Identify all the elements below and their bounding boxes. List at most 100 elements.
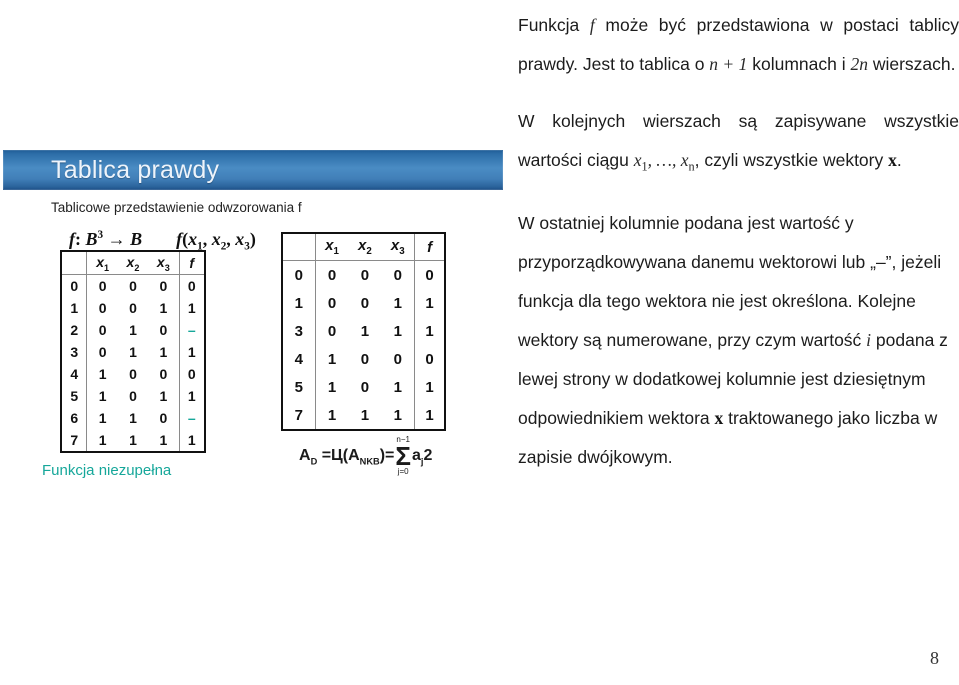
cell-x3: 1: [381, 373, 416, 401]
paragraph-last-column-meaning: W ostatniej kolumnie podana jest wartość…: [518, 204, 959, 477]
cell-x1: 1: [98, 388, 107, 404]
cell-x1: 0: [98, 300, 107, 316]
page-number: 8: [930, 648, 939, 668]
cell-x2: 1: [129, 410, 137, 426]
table-header-row: x1 x2 x3 f: [61, 251, 205, 275]
cell-x2: 0: [360, 378, 370, 396]
row-index: 6: [61, 407, 88, 429]
cell-f: –: [187, 410, 196, 426]
cell-f: 1: [187, 432, 196, 448]
cell-x3: 1: [148, 297, 180, 319]
cell-x2: 0: [360, 266, 370, 284]
row-index: 1: [61, 297, 88, 319]
text-fragment: Funkcja: [518, 15, 590, 35]
cell-x1: 0: [98, 322, 107, 338]
cell-f: 0: [187, 278, 196, 294]
table-row: 30111: [61, 341, 205, 363]
row-index: 7: [61, 429, 88, 452]
slide-title-banner: Tablica prawdy: [3, 150, 503, 190]
row-index: 3: [61, 341, 88, 363]
cell-x3: 1: [381, 401, 416, 430]
cell-x2: 0: [129, 300, 137, 316]
table-row: 71111: [282, 401, 445, 430]
cell-x2: 1: [360, 322, 370, 340]
cell-x1: 0: [98, 278, 107, 294]
text-fragment: , czyli wszystkie wektory: [694, 149, 889, 170]
cell-x3: 0: [148, 363, 180, 385]
cell-x1: 1: [327, 406, 337, 424]
cell-x1: 1: [327, 350, 337, 368]
text-fragment: .: [896, 149, 902, 170]
row-index: 4: [61, 363, 88, 385]
table-header-row: x1 x2 x3 f: [282, 233, 445, 261]
paragraph-row-contents: W kolejnych wierszach są zapisywane wszy…: [518, 102, 959, 187]
cell-x2: 0: [129, 278, 137, 294]
cell-x3: 0: [381, 345, 416, 373]
table-header-f: f: [414, 233, 445, 261]
cell-x1: 0: [98, 344, 107, 360]
table-header-x1: x1: [315, 233, 349, 261]
row-index: 1: [282, 289, 316, 317]
row-index: 2: [61, 319, 88, 341]
text-fragment: wierszach.: [867, 54, 956, 74]
table-header-x1: x1: [86, 251, 118, 275]
cell-x2: 1: [360, 406, 370, 424]
decimal-conversion-formula: AD =Ц(ANKB)= n−1 Σj=0 aj2: [299, 435, 433, 476]
sum-upper-limit: n−1: [396, 435, 410, 444]
cell-x2: 0: [360, 294, 370, 312]
table-row: 71111: [61, 429, 205, 452]
cell-x3: 1: [381, 317, 416, 345]
table-row: 41000: [282, 345, 445, 373]
cell-x2: 0: [129, 388, 137, 404]
cell-x3: 0: [148, 319, 180, 341]
cell-x1: 1: [98, 432, 107, 448]
cell-x1: 1: [327, 378, 337, 396]
cell-x3: 0: [148, 407, 180, 429]
math-vector-x: x: [888, 149, 897, 170]
cell-f: 0: [425, 266, 434, 284]
table-header-blank: [282, 233, 316, 261]
table-header-x3: x3: [381, 233, 416, 261]
table-row: 10011: [282, 289, 445, 317]
left-table-caption: Funkcja niezupełna: [42, 462, 172, 479]
cell-x1: 1: [98, 366, 107, 382]
text-fragment: kolumnach i: [747, 54, 851, 74]
cell-f: 1: [425, 322, 434, 340]
table-row: 6 1 1 0–: [61, 407, 205, 429]
row-index: 3: [282, 317, 316, 345]
cell-x1: 0: [327, 322, 337, 340]
math-2n: 2n: [850, 54, 868, 74]
cell-x3: 1: [148, 385, 180, 407]
table-row: 51011: [282, 373, 445, 401]
table-header-blank: [61, 251, 88, 275]
table-header-x2: x2: [117, 251, 149, 275]
cell-f: 1: [187, 344, 196, 360]
cell-f: 0: [187, 366, 196, 382]
row-index: 0: [282, 260, 316, 289]
cell-x1: 0: [327, 294, 337, 312]
cell-x2: 0: [360, 350, 370, 368]
cell-x2: 1: [129, 344, 137, 360]
cell-f: 1: [425, 294, 434, 312]
table-row: 00000: [282, 260, 445, 289]
table-row: 10011: [61, 297, 205, 319]
row-index: 7: [282, 401, 316, 430]
table-row: 41000: [61, 363, 205, 385]
lecture-text-column: Funkcja f może być przedstawiona w posta…: [518, 0, 959, 494]
math-vector-x: x: [714, 407, 724, 428]
cell-f: 1: [187, 300, 196, 316]
cell-x2: 1: [129, 322, 137, 338]
row-index: 5: [61, 385, 88, 407]
cell-x3: 0: [381, 260, 416, 289]
table-row: 2 0 1 0–: [61, 319, 205, 341]
paragraph-truth-table-shape: Funkcja f może być przedstawiona w posta…: [518, 6, 959, 84]
cell-x3: 1: [148, 341, 180, 363]
math-n-plus-1: n + 1: [709, 54, 748, 74]
math-x-sequence: x1, …, xn: [633, 149, 695, 174]
table-header-x3: x3: [148, 251, 180, 275]
row-index: 4: [282, 345, 316, 373]
cell-f: 1: [425, 378, 434, 396]
sum-lower-limit: j=0: [397, 467, 409, 476]
slide-subtitle: Tablicowe przedstawienie odwzorowania f: [51, 200, 302, 215]
cell-x2: 0: [129, 366, 137, 382]
